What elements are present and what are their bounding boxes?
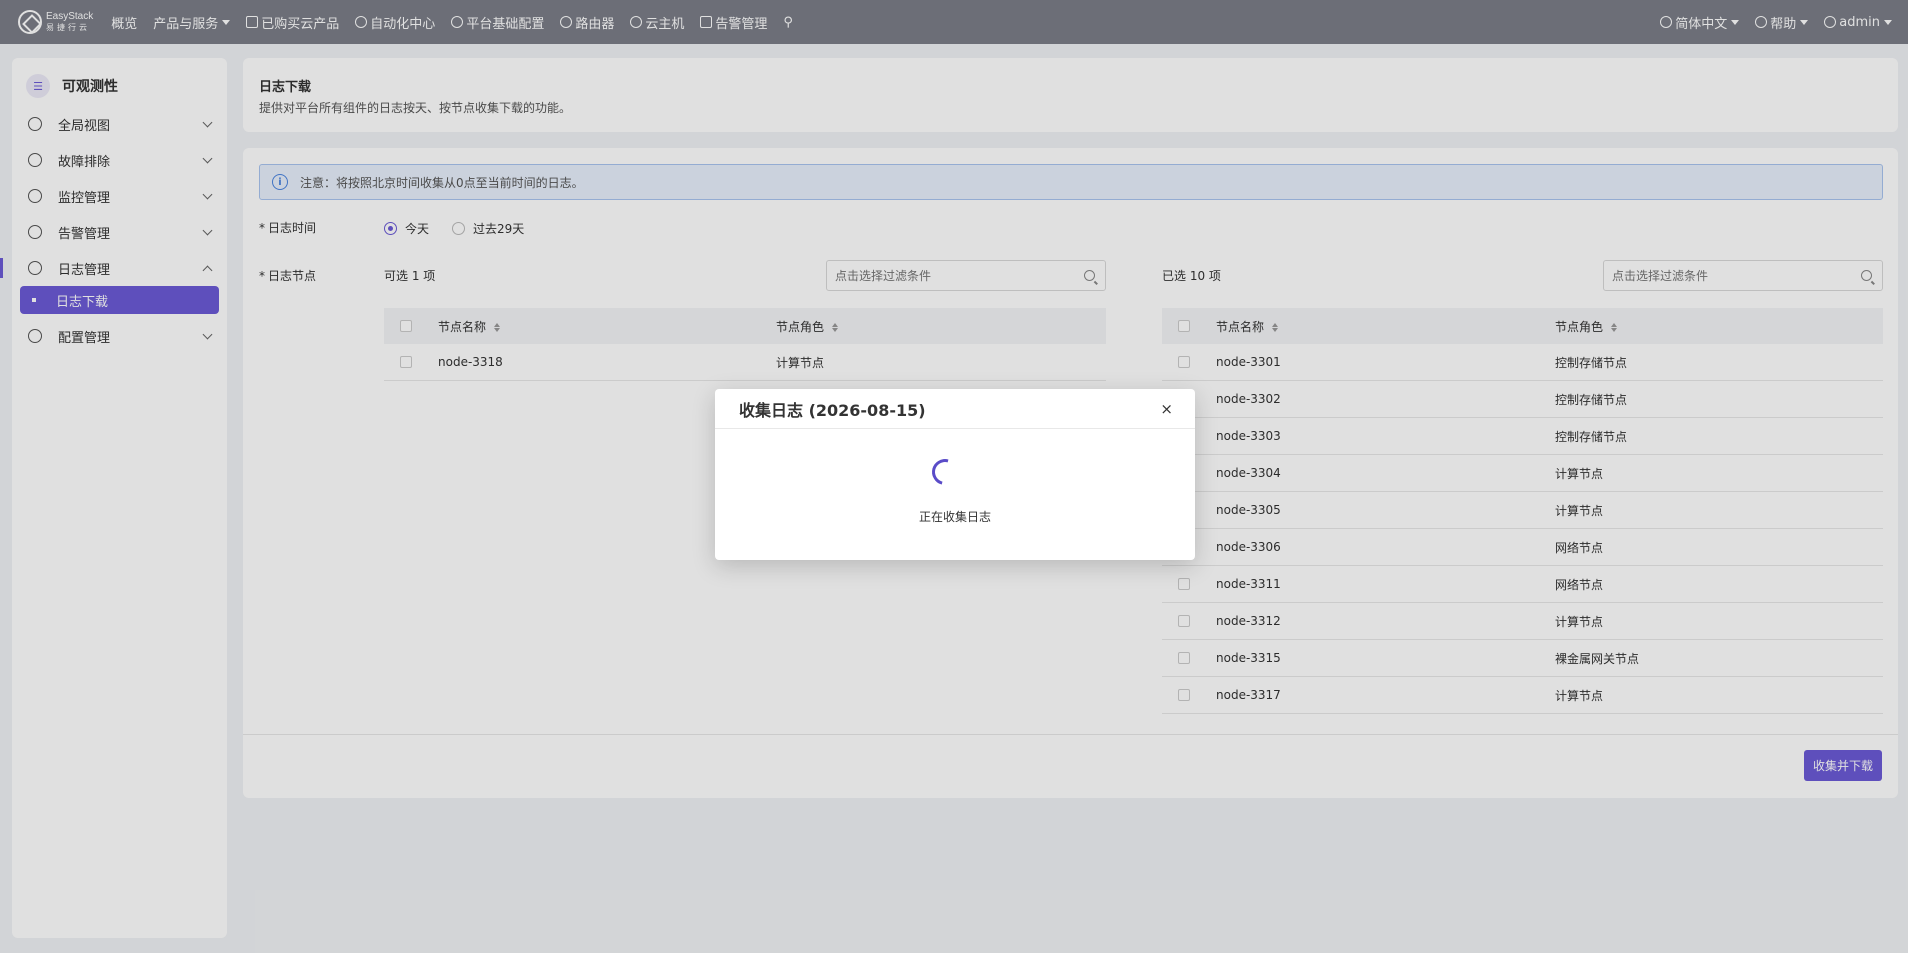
- close-icon[interactable]: ×: [1160, 400, 1173, 418]
- collect-log-modal: 收集日志 (2026-08-15) × 正在收集日志: [715, 389, 1195, 560]
- loading-spinner-icon: [927, 454, 963, 490]
- modal-header: 收集日志 (2026-08-15) ×: [715, 389, 1195, 429]
- modal-message: 正在收集日志: [918, 510, 991, 524]
- modal-title: 收集日志 (2026-08-15): [739, 400, 926, 420]
